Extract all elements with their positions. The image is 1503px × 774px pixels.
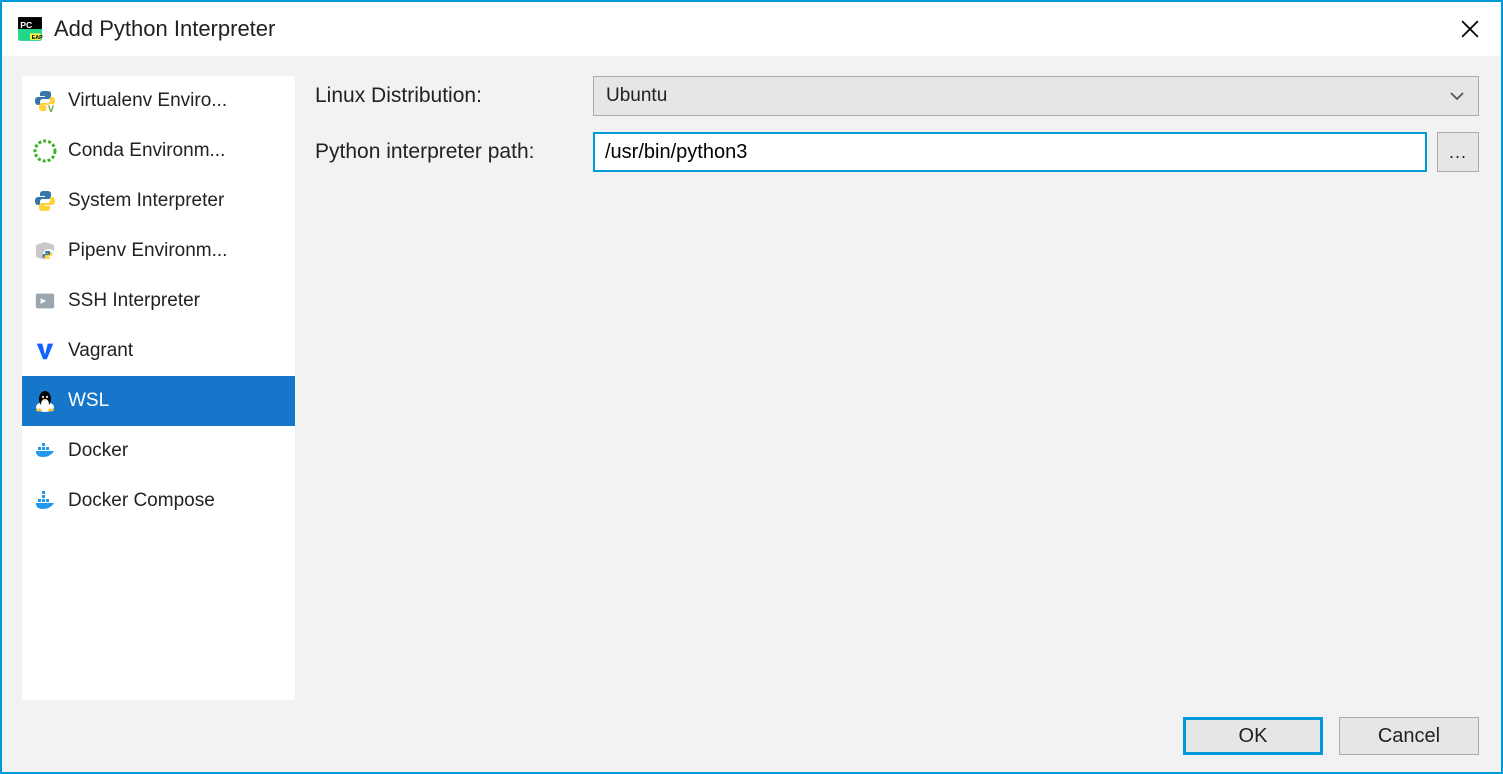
docker-icon (32, 438, 58, 464)
dialog-title: Add Python Interpreter (54, 16, 1445, 42)
sidebar-item-label: WSL (68, 390, 285, 412)
vagrant-icon (32, 338, 58, 364)
browse-button[interactable]: ... (1437, 132, 1479, 172)
python-icon: V (32, 88, 58, 114)
dialog-body: V Virtualenv Enviro... Conda Environm... (2, 56, 1501, 700)
distribution-label: Linux Distribution: (315, 84, 593, 108)
chevron-down-icon (1450, 85, 1464, 107)
sidebar-item-label: Vagrant (68, 340, 285, 362)
sidebar-item-virtualenv[interactable]: V Virtualenv Enviro... (22, 76, 295, 126)
close-button[interactable] (1445, 9, 1495, 49)
sidebar-item-label: SSH Interpreter (68, 290, 285, 312)
row-distribution: Linux Distribution: Ubuntu (315, 76, 1479, 116)
dialog-footer: OK Cancel (2, 700, 1501, 772)
sidebar-item-vagrant[interactable]: Vagrant (22, 326, 295, 376)
sidebar-item-ssh[interactable]: SSH Interpreter (22, 276, 295, 326)
sidebar-item-label: Virtualenv Enviro... (68, 90, 285, 112)
conda-icon (32, 138, 58, 164)
svg-text:EAP: EAP (32, 35, 43, 41)
sidebar-item-docker-compose[interactable]: Docker Compose (22, 476, 295, 526)
ok-button[interactable]: OK (1183, 717, 1323, 755)
interpreter-path-label: Python interpreter path: (315, 140, 593, 164)
sidebar-item-label: Pipenv Environm... (68, 240, 285, 262)
main-panel: Linux Distribution: Ubuntu Python interp… (295, 56, 1501, 700)
sidebar-item-label: Docker (68, 440, 285, 462)
docker-compose-icon (32, 488, 58, 514)
distribution-value: Ubuntu (606, 85, 667, 107)
titlebar: PC EAP Add Python Interpreter (2, 2, 1501, 56)
dialog-add-interpreter: PC EAP Add Python Interpreter V (0, 0, 1503, 774)
python-icon (32, 188, 58, 214)
sidebar-item-conda[interactable]: Conda Environm... (22, 126, 295, 176)
sidebar-item-pipenv[interactable]: Pipenv Environm... (22, 226, 295, 276)
row-interpreter-path: Python interpreter path: ... (315, 132, 1479, 172)
svg-text:PC: PC (20, 20, 33, 30)
close-icon (1461, 20, 1479, 38)
sidebar-item-wsl[interactable]: WSL (22, 376, 295, 426)
cancel-button[interactable]: Cancel (1339, 717, 1479, 755)
pipenv-icon (32, 238, 58, 264)
sidebar-item-label: Docker Compose (68, 490, 285, 512)
ssh-icon (32, 288, 58, 314)
sidebar-item-label: Conda Environm... (68, 140, 285, 162)
interpreter-path-input[interactable] (593, 132, 1427, 172)
distribution-dropdown[interactable]: Ubuntu (593, 76, 1479, 116)
sidebar-item-docker[interactable]: Docker (22, 426, 295, 476)
sidebar-item-label: System Interpreter (68, 190, 285, 212)
sidebar-item-system[interactable]: System Interpreter (22, 176, 295, 226)
svg-text:V: V (48, 104, 54, 113)
pycharm-icon: PC EAP (16, 15, 44, 43)
tux-icon (32, 388, 58, 414)
interpreter-type-list: V Virtualenv Enviro... Conda Environm... (22, 76, 295, 700)
